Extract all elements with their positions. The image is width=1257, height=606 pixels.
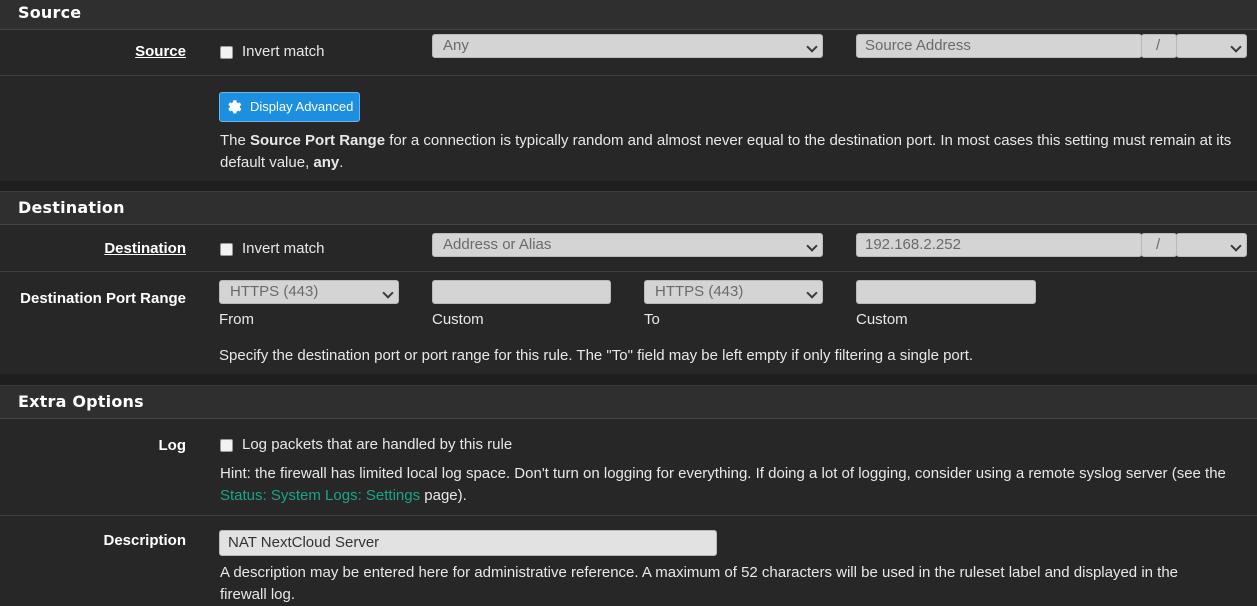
to-caption: To — [644, 311, 660, 328]
extra-options-heading: Extra Options — [0, 386, 1257, 419]
log-row: Log Log packets that are handled by this… — [0, 419, 1257, 516]
chevron-down-icon — [1230, 240, 1242, 252]
source-port-help: The Source Port Range for a connection i… — [220, 130, 1245, 174]
chevron-down-icon — [806, 41, 818, 53]
log-hint: Hint: the firewall has limited local log… — [220, 463, 1240, 507]
destination-port-help: Specify the destination port or port ran… — [219, 347, 974, 364]
destination-panel: Destination Destination Invert match Add… — [0, 191, 1257, 374]
source-heading: Source — [0, 0, 1257, 30]
source-slash-addon: / — [1141, 34, 1177, 58]
source-invert-checkbox[interactable] — [220, 46, 233, 59]
source-type-select[interactable]: Any — [432, 34, 823, 58]
help-text: . — [339, 154, 344, 171]
destination-mask-select[interactable] — [1176, 233, 1247, 257]
hint-text: Hint: the firewall has limited local log… — [220, 465, 1226, 482]
slash-text: / — [1156, 37, 1161, 54]
destination-invert-label: Invert match — [242, 240, 325, 257]
destination-slash-addon: / — [1141, 233, 1177, 257]
source-invert-label: Invert match — [242, 43, 325, 60]
description-value: NAT NextCloud Server — [228, 534, 380, 551]
from-port-select[interactable]: HTTPS (443) — [219, 280, 399, 304]
log-label: Log — [158, 437, 187, 454]
destination-invert-checkbox[interactable] — [220, 243, 233, 256]
slash-text: / — [1156, 236, 1161, 253]
gear-icon — [228, 100, 242, 114]
to-port-select[interactable]: HTTPS (443) — [644, 280, 823, 304]
destination-heading: Destination — [0, 192, 1257, 225]
extra-options-panel: Extra Options Log Log packets that are h… — [0, 385, 1257, 606]
help-any: any — [313, 154, 340, 171]
chevron-down-icon — [1230, 41, 1242, 53]
destination-port-row: Destination Port Range HTTPS (443) HTTPS… — [0, 272, 1257, 375]
help-text: The — [220, 132, 251, 149]
chevron-down-icon — [806, 240, 818, 252]
hint-text: page). — [420, 487, 467, 504]
help-bold: Source Port Range — [250, 132, 386, 149]
to-port-value: HTTPS (443) — [655, 283, 744, 300]
destination-type-value: Address or Alias — [443, 236, 552, 253]
destination-address-input[interactable]: 192.168.2.252 — [856, 233, 1142, 257]
to-custom-input[interactable] — [856, 280, 1036, 304]
system-logs-settings-link[interactable]: Status: System Logs: Settings — [220, 487, 420, 504]
from-custom-caption: Custom — [432, 311, 484, 328]
display-advanced-label: Display Advanced — [250, 99, 354, 114]
display-advanced-button[interactable]: Display Advanced — [219, 92, 361, 122]
destination-address-value: 192.168.2.252 — [865, 236, 961, 253]
source-type-value: Any — [443, 37, 469, 54]
from-custom-input[interactable] — [432, 280, 611, 304]
destination-port-label: Destination Port Range — [20, 290, 186, 307]
source-panel: Source Source Invert match Any Source Ad… — [0, 0, 1257, 181]
to-custom-caption: Custom — [856, 311, 908, 328]
source-label[interactable]: Source — [135, 43, 186, 60]
from-caption: From — [219, 311, 254, 328]
chevron-down-icon — [806, 287, 818, 299]
description-input[interactable]: NAT NextCloud Server — [219, 530, 717, 556]
source-address-placeholder: Source Address — [865, 37, 971, 54]
description-label: Description — [103, 532, 186, 549]
destination-type-select[interactable]: Address or Alias — [432, 233, 823, 257]
source-advanced-row: Display Advanced The Source Port Range f… — [0, 76, 1257, 181]
source-row: Source Invert match Any Source Address / — [0, 30, 1257, 76]
description-row: Description NAT NextCloud Server A descr… — [0, 516, 1257, 606]
source-mask-select[interactable] — [1176, 34, 1247, 58]
destination-row: Destination Invert match Address or Alia… — [0, 225, 1257, 272]
source-address-input[interactable]: Source Address — [856, 34, 1142, 58]
log-checkbox[interactable] — [220, 439, 233, 452]
description-help: A description may be entered here for ad… — [220, 564, 1179, 603]
destination-label[interactable]: Destination — [104, 240, 186, 257]
chevron-down-icon — [382, 287, 394, 299]
log-checkbox-label: Log packets that are handled by this rul… — [242, 436, 513, 453]
from-port-value: HTTPS (443) — [230, 283, 319, 300]
